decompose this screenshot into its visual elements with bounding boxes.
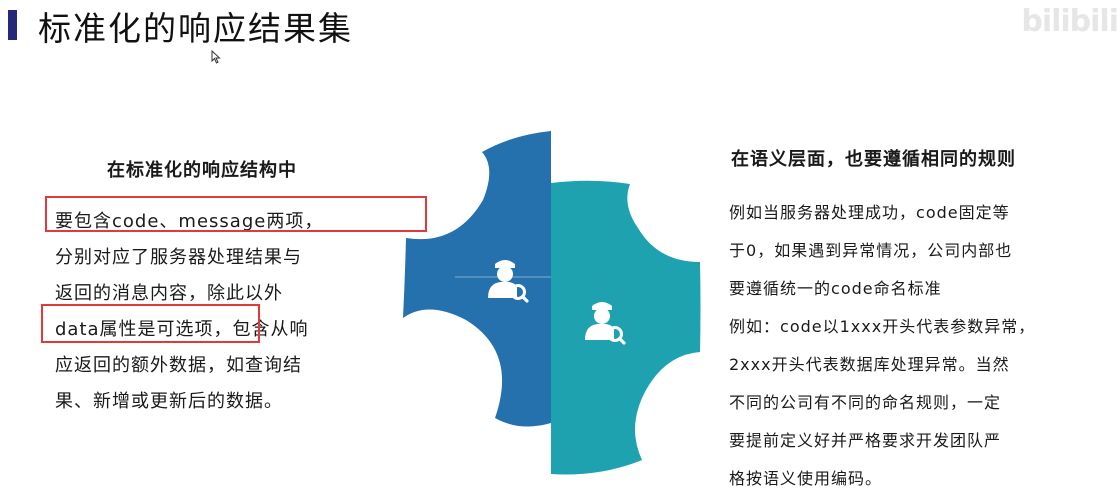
right-line-1: 例如当服务器处理成功，code固定等 xyxy=(729,203,1010,222)
left-heading: 在标准化的响应结构中 xyxy=(107,160,297,181)
right-heading: 在语义层面，也要遵循相同的规则 xyxy=(731,149,1016,170)
left-line-6: 果、新增或更新后的数据。 xyxy=(55,391,283,412)
right-line-5: 2xxx开头代表数据库处理异常。当然 xyxy=(729,355,1010,374)
right-paragraph: 例如当服务器处理成功，code固定等 于0，如果遇到异常情况，公司内部也 要遵循… xyxy=(729,194,1109,498)
left-line-5: 应返回的额外数据，如查询结 xyxy=(55,355,302,376)
right-line-2: 于0，如果遇到异常情况，公司内部也 xyxy=(729,241,1013,260)
left-gear-half xyxy=(403,131,551,427)
right-line-7: 要提前定义好并严格要求开发团队严 xyxy=(729,431,1002,450)
right-gear-half xyxy=(551,180,701,475)
right-line-6: 不同的公司有不同的命名规则，一定 xyxy=(729,393,1002,412)
right-line-3: 要遵循统一的code命名标准 xyxy=(729,279,942,298)
right-line-8: 格按语义使用编码。 xyxy=(729,469,883,488)
highlight-box-data xyxy=(41,304,260,343)
left-line-2: 分别对应了服务器处理结果与 xyxy=(55,247,302,268)
right-line-4: 例如：code以1xxx开头代表参数异常， xyxy=(729,317,1036,336)
highlight-box-code-message xyxy=(45,196,427,232)
